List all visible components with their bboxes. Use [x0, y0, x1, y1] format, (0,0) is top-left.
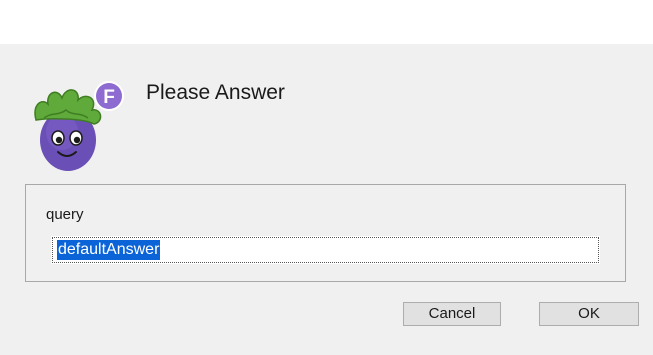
input-dialog: F Please Answer query defaultAnswer Canc… [0, 44, 653, 355]
answer-input[interactable]: defaultAnswer [51, 236, 600, 264]
dialog-title: Please Answer [146, 81, 285, 104]
logo-badge-letter: F [103, 87, 115, 108]
eggplant-mascot-icon: F [34, 81, 124, 171]
app-logo: F [28, 74, 124, 174]
answer-input-value: defaultAnswer [57, 240, 161, 260]
query-groupbox [25, 184, 626, 282]
query-label: query [46, 206, 84, 223]
cancel-button[interactable]: Cancel [403, 302, 501, 326]
ok-button[interactable]: OK [539, 302, 639, 326]
